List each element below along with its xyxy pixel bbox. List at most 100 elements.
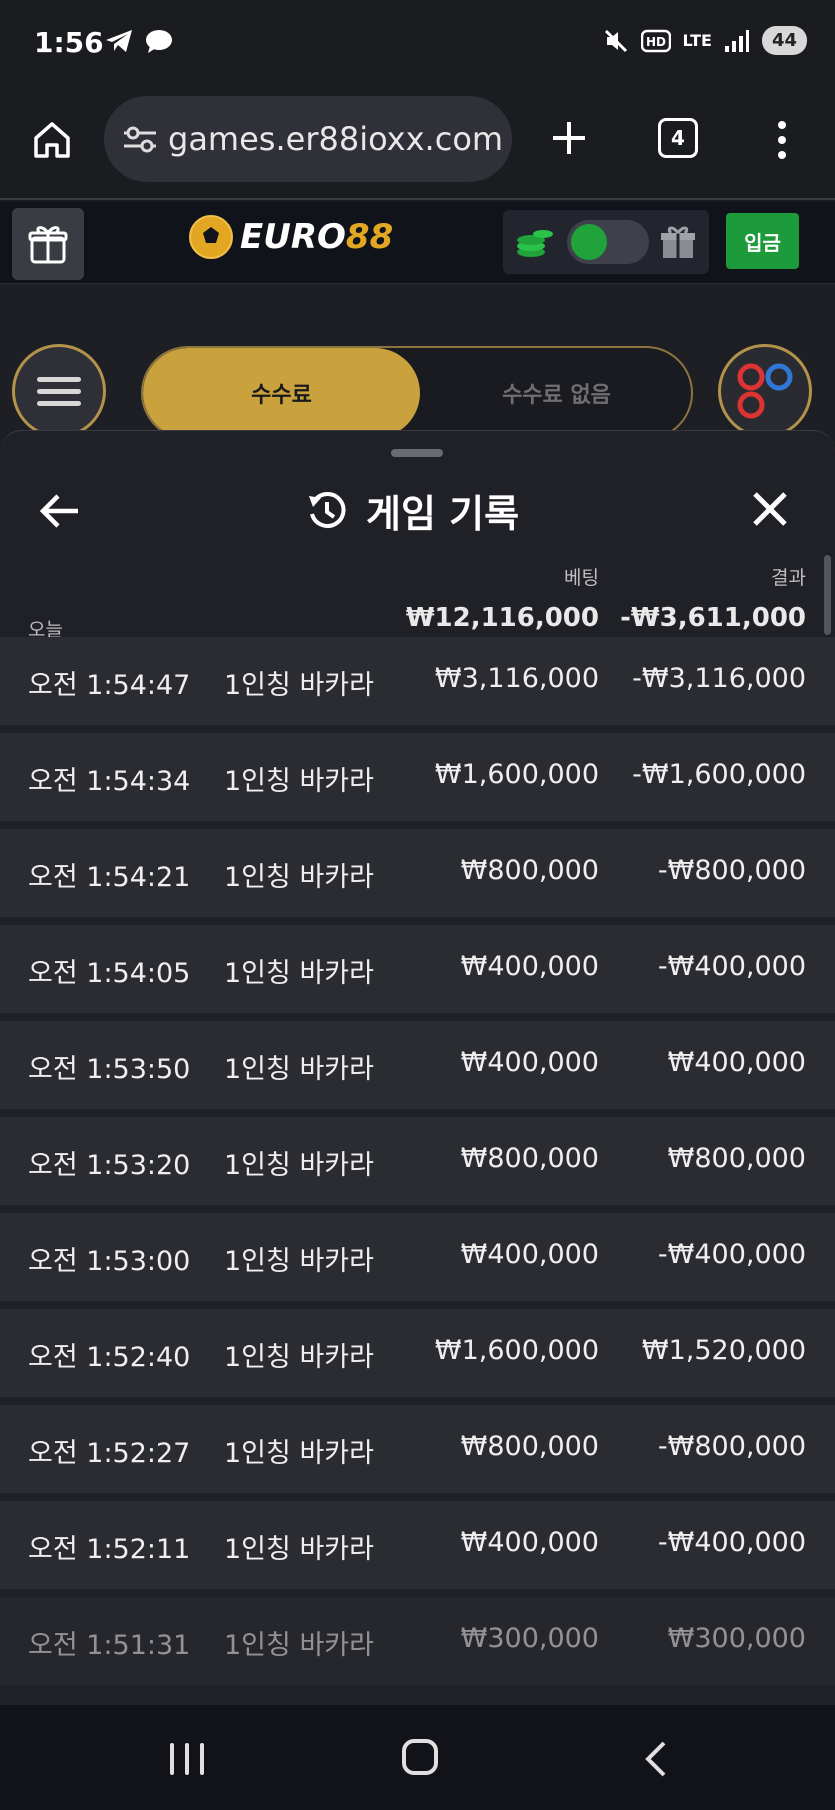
row-game: 1인칭 바카라: [224, 1630, 374, 1661]
tab-switcher-button[interactable]: 4: [658, 118, 698, 158]
history-row[interactable]: 오전 1:51:31 1인칭 바카라 ₩300,000 ₩300,000: [0, 1597, 835, 1685]
history-row[interactable]: 오전 1:52:11 1인칭 바카라 ₩400,000 -₩400,000: [0, 1501, 835, 1589]
row-result: -₩400,000: [657, 1527, 806, 1558]
row-result: -₩400,000: [657, 951, 806, 982]
row-time: 오전 1:52:40: [28, 1342, 191, 1373]
site-settings-icon[interactable]: [122, 124, 158, 154]
telegram-icon: [106, 30, 132, 52]
nav-back-icon[interactable]: [640, 1739, 670, 1779]
row-game: 1인칭 바카라: [224, 1342, 374, 1373]
tab-no-fee[interactable]: 수수료 없음: [420, 348, 691, 438]
network-type: LTE: [682, 31, 712, 50]
row-game: 1인칭 바카라: [224, 1534, 374, 1565]
row-result: -₩1,600,000: [632, 759, 806, 790]
browser-toolbar: games.er88ioxx.com 4: [0, 88, 835, 200]
history-row[interactable]: 오전 1:54:05 1인칭 바카라 ₩400,000 -₩400,000: [0, 925, 835, 1013]
history-row[interactable]: 오전 1:54:34 1인칭 바카라 ₩1,600,000 -₩1,600,000: [0, 733, 835, 821]
logo-text: EURO88: [240, 217, 393, 257]
balance-toggle[interactable]: [567, 220, 649, 264]
bonus-gift-icon[interactable]: [659, 224, 697, 260]
game-menu-button[interactable]: [12, 344, 106, 438]
mute-icon: [604, 29, 627, 52]
logo-text-88: 88: [345, 217, 394, 257]
deposit-button[interactable]: 입금: [726, 213, 799, 269]
more-menu-icon[interactable]: [772, 118, 792, 162]
row-bet: ₩800,000: [460, 1143, 599, 1174]
status-time: 1:56: [34, 26, 104, 59]
row-time: 오전 1:54:21: [28, 862, 191, 893]
tab-fee[interactable]: 수수료: [143, 348, 420, 438]
row-bet: ₩400,000: [460, 1527, 599, 1558]
sheet-title: 게임 기록: [366, 492, 520, 536]
row-time: 오전 1:54:05: [28, 958, 191, 989]
row-result: ₩400,000: [667, 1047, 806, 1078]
row-game: 1인칭 바카라: [224, 1054, 374, 1085]
nav-home-icon[interactable]: [402, 1739, 438, 1775]
coins-icon[interactable]: [515, 224, 555, 260]
row-result: -₩800,000: [657, 1431, 806, 1462]
column-header-bet: 베팅: [564, 567, 599, 589]
url-text: games.er88ioxx.com: [168, 120, 504, 158]
history-summary: 베팅 결과 오늘 ₩12,116,000 -₩3,611,000: [0, 553, 835, 645]
row-game: 1인칭 바카라: [224, 1246, 374, 1277]
scrollbar[interactable]: [824, 555, 831, 635]
game-history-sheet: 게임 기록 베팅 결과 오늘 ₩12,116,000 -₩3,611,000 오…: [0, 430, 835, 1705]
row-time: 오전 1:53:20: [28, 1150, 191, 1181]
address-bar[interactable]: games.er88ioxx.com: [104, 96, 512, 182]
game-controls: 수수료 수수료 없음: [0, 284, 835, 444]
sheet-drag-handle[interactable]: [391, 449, 443, 457]
history-icon: [309, 491, 346, 528]
history-row[interactable]: 오전 1:54:47 1인칭 바카라 ₩3,116,000 -₩3,116,000: [0, 637, 835, 725]
column-header-result: 결과: [771, 567, 806, 589]
notification-icons: [104, 28, 174, 54]
row-game: 1인칭 바카라: [224, 958, 374, 989]
app-root: 1:56 HD LTE 44 games.er88ioxx.com 4 EURO…: [0, 0, 835, 1810]
row-time: 오전 1:52:27: [28, 1438, 191, 1469]
site-header: EURO88 입금: [0, 202, 835, 284]
history-row[interactable]: 오전 1:52:27 1인칭 바카라 ₩800,000 -₩800,000: [0, 1405, 835, 1493]
gift-icon: [28, 226, 68, 264]
total-bet: ₩12,116,000: [405, 603, 599, 633]
promotions-button[interactable]: [12, 208, 84, 280]
history-row[interactable]: 오전 1:53:50 1인칭 바카라 ₩400,000 ₩400,000: [0, 1021, 835, 1109]
system-nav-bar: [0, 1705, 835, 1810]
roadmap-button[interactable]: [718, 344, 812, 438]
row-result: ₩300,000: [667, 1623, 806, 1654]
wallet-panel: [503, 210, 709, 274]
chat-bubble-icon: [146, 30, 172, 53]
row-time: 오전 1:51:31: [28, 1630, 191, 1661]
row-time: 오전 1:52:11: [28, 1534, 191, 1565]
row-game: 1인칭 바카라: [224, 862, 374, 893]
row-game: 1인칭 바카라: [224, 766, 374, 797]
row-time: 오전 1:53:50: [28, 1054, 191, 1085]
history-row[interactable]: 오전 1:54:21 1인칭 바카라 ₩800,000 -₩800,000: [0, 829, 835, 917]
home-icon[interactable]: [30, 118, 74, 162]
roadmap-icon: [737, 363, 793, 419]
new-tab-icon[interactable]: [547, 116, 591, 160]
history-row[interactable]: 오전 1:53:00 1인칭 바카라 ₩400,000 -₩400,000: [0, 1213, 835, 1301]
status-bar: 1:56 HD LTE 44: [0, 0, 835, 88]
sheet-title-group: 게임 기록: [306, 483, 519, 538]
soccer-ball-icon: [189, 215, 233, 259]
hd-icon: HD: [640, 29, 671, 52]
row-time: 오전 1:54:34: [28, 766, 191, 797]
row-bet: ₩1,600,000: [434, 759, 599, 790]
row-result: -₩3,116,000: [632, 663, 806, 694]
history-row[interactable]: 오전 1:53:20 1인칭 바카라 ₩800,000 ₩800,000: [0, 1117, 835, 1205]
close-icon[interactable]: [750, 489, 790, 529]
logo-text-euro: EURO: [240, 217, 346, 257]
row-result: -₩800,000: [657, 855, 806, 886]
history-list: 오전 1:54:47 1인칭 바카라 ₩3,116,000 -₩3,116,000 오…: [0, 637, 835, 1693]
fee-mode-toggle[interactable]: 수수료 수수료 없음: [141, 346, 693, 440]
back-arrow-icon[interactable]: [38, 491, 82, 531]
toggle-knob: [571, 224, 607, 260]
recents-icon[interactable]: [170, 1743, 204, 1775]
row-bet: ₩400,000: [460, 951, 599, 982]
row-bet: ₩400,000: [460, 1047, 599, 1078]
row-result: ₩1,520,000: [641, 1335, 806, 1366]
history-row[interactable]: 오전 1:52:40 1인칭 바카라 ₩1,600,000 ₩1,520,000: [0, 1309, 835, 1397]
row-bet: ₩3,116,000: [434, 663, 599, 694]
euro88-logo[interactable]: EURO88: [188, 214, 393, 260]
row-time: 오전 1:53:00: [28, 1246, 191, 1277]
sheet-header: 게임 기록: [0, 471, 835, 551]
